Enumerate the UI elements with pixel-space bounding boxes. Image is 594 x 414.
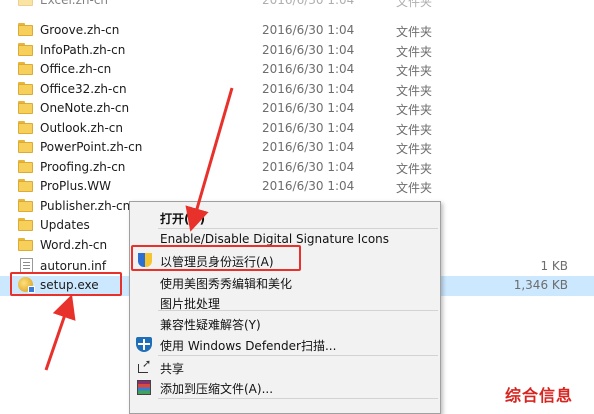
arrow-to-setup <box>44 294 76 371</box>
arrow-to-menu <box>185 87 234 232</box>
watermark: 综合信息 <box>505 386 574 405</box>
annotation-arrows <box>44 87 234 371</box>
